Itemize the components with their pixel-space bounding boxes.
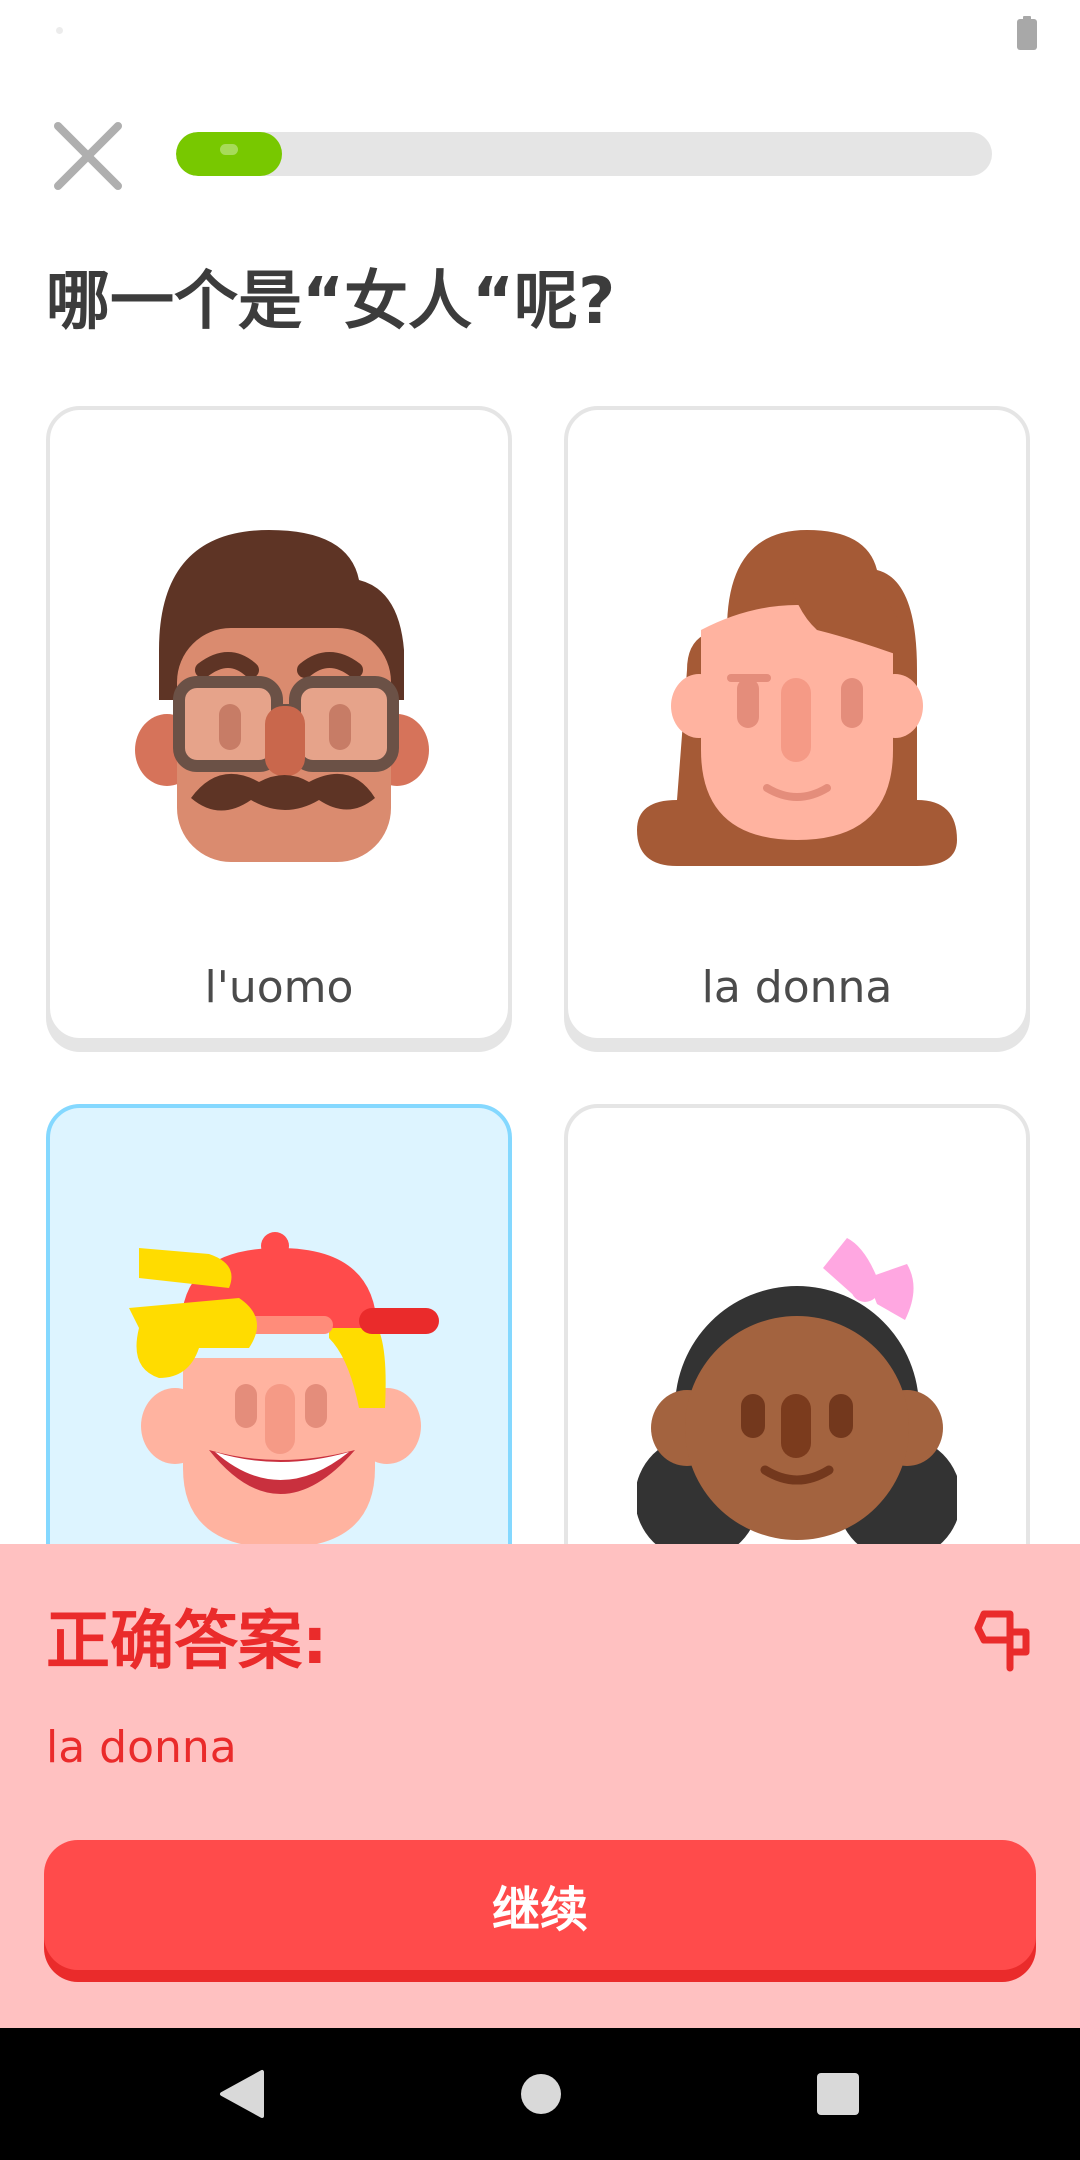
question-prompt: 哪一个是“女人“呢? xyxy=(46,265,616,339)
battery-icon xyxy=(1017,16,1037,50)
option-label-2: la donna xyxy=(701,962,893,1013)
notification-dot xyxy=(56,27,63,34)
lesson-progress-fill xyxy=(176,132,282,176)
option-card-2[interactable]: la donna xyxy=(564,406,1030,1042)
close-button[interactable] xyxy=(48,116,128,196)
report-button[interactable] xyxy=(970,1608,1034,1672)
lesson-progress-bar xyxy=(176,132,992,176)
correct-answer-text: la donna xyxy=(46,1722,237,1773)
status-bar xyxy=(0,0,1080,66)
girl-with-bow-icon xyxy=(637,1238,957,1560)
woman-icon xyxy=(637,530,957,866)
man-with-glasses-mustache-icon xyxy=(135,530,429,862)
navigation-bar xyxy=(0,2028,1080,2160)
continue-button[interactable]: 继续 xyxy=(44,1840,1036,1970)
recent-apps-icon[interactable] xyxy=(817,2073,859,2115)
option-card-1[interactable]: l'uomo xyxy=(46,406,512,1042)
option-label-1: l'uomo xyxy=(204,962,354,1013)
feedback-panel: 正确答案: la donna 继续 xyxy=(0,1544,1080,2028)
feedback-title: 正确答案: xyxy=(46,1605,328,1679)
back-icon[interactable] xyxy=(216,2068,266,2120)
close-icon xyxy=(54,122,122,190)
boy-with-cap-icon xyxy=(129,1232,439,1548)
flag-icon xyxy=(974,1610,1030,1672)
home-icon[interactable] xyxy=(521,2074,561,2114)
